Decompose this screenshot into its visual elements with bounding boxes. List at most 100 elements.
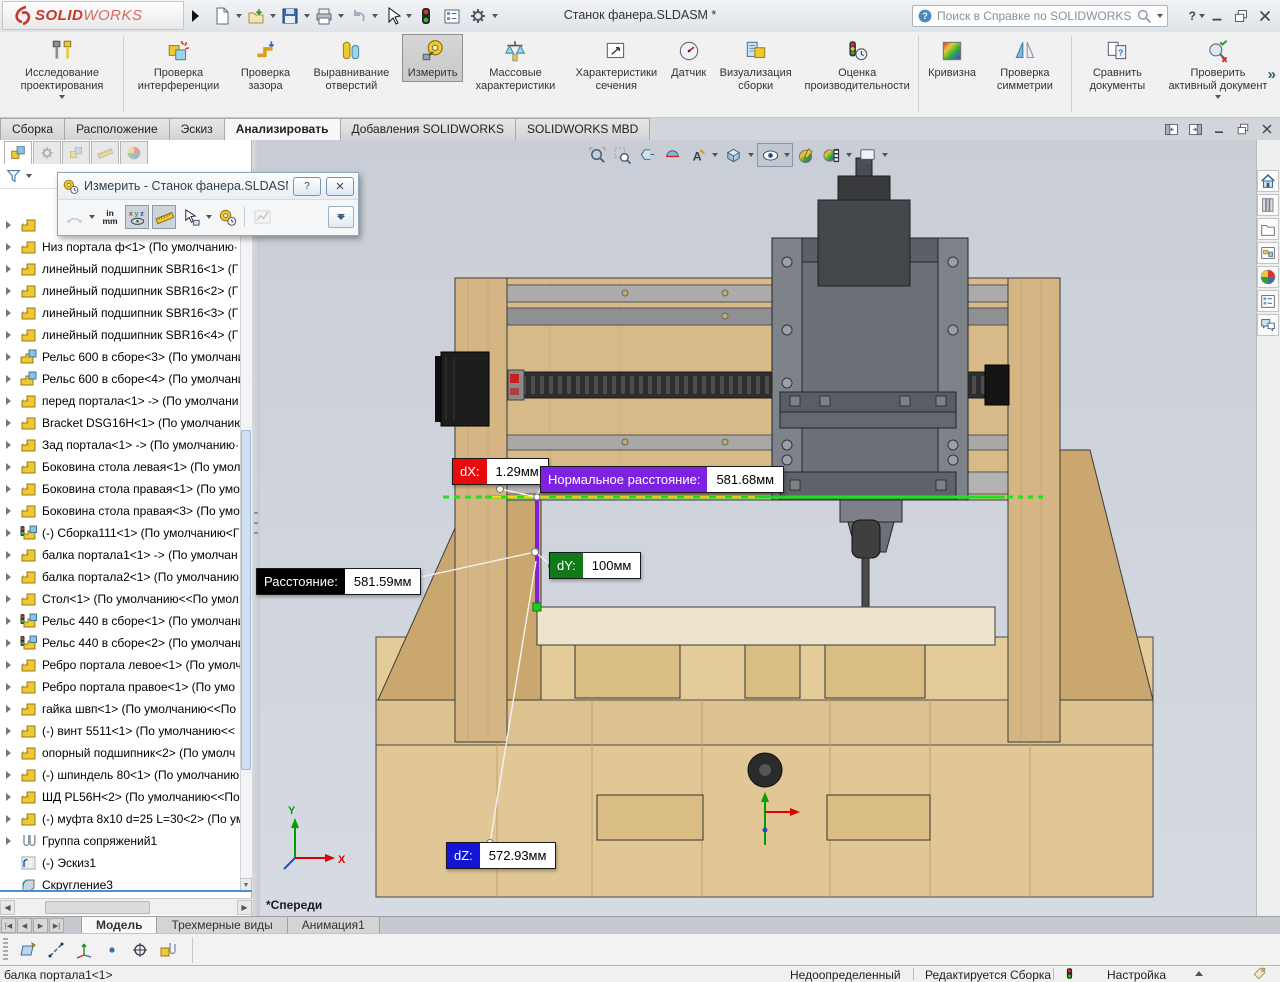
hscroll-thumb[interactable] [45, 901, 150, 914]
ribbon-clearance-button[interactable]: Проверка зазора [230, 34, 301, 94]
expand-arrow-icon[interactable] [6, 485, 11, 493]
expand-arrow-icon[interactable] [6, 507, 11, 515]
open-dropdown-caret[interactable] [270, 14, 276, 18]
tree-bottom-splitter[interactable] [0, 890, 252, 892]
print-dropdown-caret[interactable] [338, 14, 344, 18]
tab-displaymanager[interactable] [120, 141, 148, 164]
hscroll-right-arrow[interactable]: ▶ [237, 900, 252, 915]
hscroll-left-arrow[interactable]: ◀ [0, 900, 15, 915]
ribbon-hole-alignment-button[interactable]: Выравнивание отверстий [301, 34, 402, 94]
measure-dialog[interactable]: Измерить - Станок фанера.SLDASM ? inmm [57, 172, 359, 236]
tree-item[interactable]: гайка швп<1> (По умолчанию<<По [0, 698, 240, 720]
expand-arrow-icon[interactable] [6, 309, 11, 317]
expand-arrow-icon[interactable] [6, 287, 11, 295]
select-button[interactable] [380, 4, 404, 28]
ribbon-mass-properties-button[interactable]: Массовые характеристики [463, 34, 567, 94]
apply-scene-caret[interactable] [844, 144, 854, 166]
expand-arrow-icon[interactable] [6, 639, 11, 647]
eye-icon[interactable] [758, 144, 782, 166]
tree-item[interactable]: линейный подшипник SBR16<3> (Г [0, 302, 240, 324]
configuration-caret[interactable] [1195, 971, 1203, 976]
tree-item[interactable]: Ребро портала левое<1> (По умолч [0, 654, 240, 676]
tags-icon[interactable] [1252, 966, 1267, 981]
tab-assembly[interactable]: Сборка [0, 118, 65, 140]
search-icon[interactable] [1136, 8, 1153, 25]
coordinate-system-icon[interactable] [70, 937, 98, 963]
expand-arrow-icon[interactable] [6, 617, 11, 625]
expand-arrow-icon[interactable] [6, 727, 11, 735]
tree-item[interactable]: перед портала<1> -> (По умолчани [0, 390, 240, 412]
zoom-to-fit-icon[interactable] [585, 144, 609, 166]
mate-reference-icon[interactable] [154, 937, 182, 963]
file-explorer-icon[interactable] [1257, 218, 1279, 240]
expand-arrow-icon[interactable] [6, 683, 11, 691]
expand-arrow-icon[interactable] [6, 595, 11, 603]
expand-arrow-icon[interactable] [6, 441, 11, 449]
callout-distance[interactable]: Расстояние: 581.59мм [256, 568, 421, 595]
filter-caret[interactable] [26, 174, 32, 178]
expand-arrow-icon[interactable] [6, 243, 11, 251]
splitter-handle[interactable] [254, 512, 258, 534]
expand-arrow-icon[interactable] [6, 397, 11, 405]
view-palette-icon[interactable] [1257, 242, 1279, 264]
point-tool-icon[interactable] [98, 937, 126, 963]
tree-item[interactable]: опорный подшипник<2> (По умолч [0, 742, 240, 764]
expand-arrow-icon[interactable] [6, 749, 11, 757]
tab-3d-views[interactable]: Трехмерные виды [156, 916, 287, 933]
options-button[interactable] [466, 4, 490, 28]
tree-item[interactable]: Рельс 600 в сборе<4> (По умолчани [0, 368, 240, 390]
expand-arrow-icon[interactable] [6, 771, 11, 779]
tab-propertymanager[interactable] [33, 141, 61, 164]
undo-button[interactable] [346, 4, 370, 28]
tree-item[interactable]: линейный подшипник SBR16<4> (Г [0, 324, 240, 346]
tree-item[interactable]: балка портала2<1> (По умолчанию [0, 566, 240, 588]
point-to-point-ruler-icon[interactable] [152, 205, 176, 229]
tree-item[interactable]: линейный подшипник SBR16<2> (Г [0, 280, 240, 302]
file-properties-button[interactable] [440, 4, 464, 28]
tab-featuremanager[interactable] [4, 141, 32, 164]
doc-minimize-icon[interactable] [1210, 120, 1228, 138]
x-axis-stepper-motor[interactable] [435, 352, 489, 426]
tab-sketch[interactable]: Эскиз [169, 118, 225, 140]
graphics-viewport[interactable]: Y X [260, 140, 1256, 916]
expand-arrow-icon[interactable] [6, 353, 11, 361]
toolbar-drag-handle[interactable] [3, 938, 8, 962]
tab-solidworks-mbd[interactable]: SOLIDWORKS MBD [515, 118, 650, 140]
expand-arrow-icon[interactable] [6, 815, 11, 823]
custom-properties-icon[interactable] [1257, 290, 1279, 312]
view-orientation-caret[interactable] [746, 144, 756, 166]
callout-dx[interactable]: dX: 1.29мм [452, 458, 549, 485]
arc-measure-caret[interactable] [89, 215, 95, 219]
tree-item[interactable]: Рельс 440 в сборе<1> (По умолчани [0, 610, 240, 632]
show-xyz-icon[interactable] [125, 205, 149, 229]
measure-dialog-titlebar[interactable]: Измерить - Станок фанера.SLDASM ? [58, 173, 358, 200]
status-configuration[interactable]: Настройка [1107, 968, 1166, 982]
open-button[interactable] [244, 4, 268, 28]
ribbon-check-active-document-button[interactable]: Проверить активный документ [1160, 34, 1276, 101]
tree-item[interactable]: (-) муфта 8x10 d=25 L=30<2> (По ум [0, 808, 240, 830]
save-dropdown-caret[interactable] [304, 14, 310, 18]
tree-item[interactable]: Рельс 600 в сборе<3> (По умолчани [0, 346, 240, 368]
save-button[interactable] [278, 4, 302, 28]
expand-dialog-button[interactable] [328, 206, 354, 228]
filter-funnel-icon[interactable] [5, 167, 23, 185]
tab-scroll-next[interactable]: ▶ [33, 918, 48, 933]
section-view-icon[interactable] [660, 144, 684, 166]
design-library-icon[interactable] [1257, 194, 1279, 216]
tab-model[interactable]: Модель [81, 916, 157, 933]
units-button[interactable]: inmm [98, 205, 122, 229]
work-slab[interactable] [537, 607, 995, 645]
annotations-visibility-icon[interactable] [685, 144, 709, 166]
pane-right-icon[interactable] [1186, 120, 1204, 138]
help-search-box[interactable]: Поиск в Справке по SOLIDWORKS [912, 5, 1168, 27]
print-button[interactable] [312, 4, 336, 28]
expand-arrow-icon[interactable] [6, 529, 11, 537]
arc-measure-icon[interactable] [62, 205, 86, 229]
tree-item[interactable]: Ребро портала правое<1> (По умо [0, 676, 240, 698]
measure-history-icon[interactable] [215, 205, 239, 229]
tab-solidworks-addins[interactable]: Добавления SOLIDWORKS [340, 118, 517, 140]
view-orientation-icon[interactable] [721, 144, 745, 166]
expand-arrow-icon[interactable] [6, 331, 11, 339]
tab-configurationmanager[interactable] [62, 141, 90, 164]
new-dropdown-caret[interactable] [236, 14, 242, 18]
